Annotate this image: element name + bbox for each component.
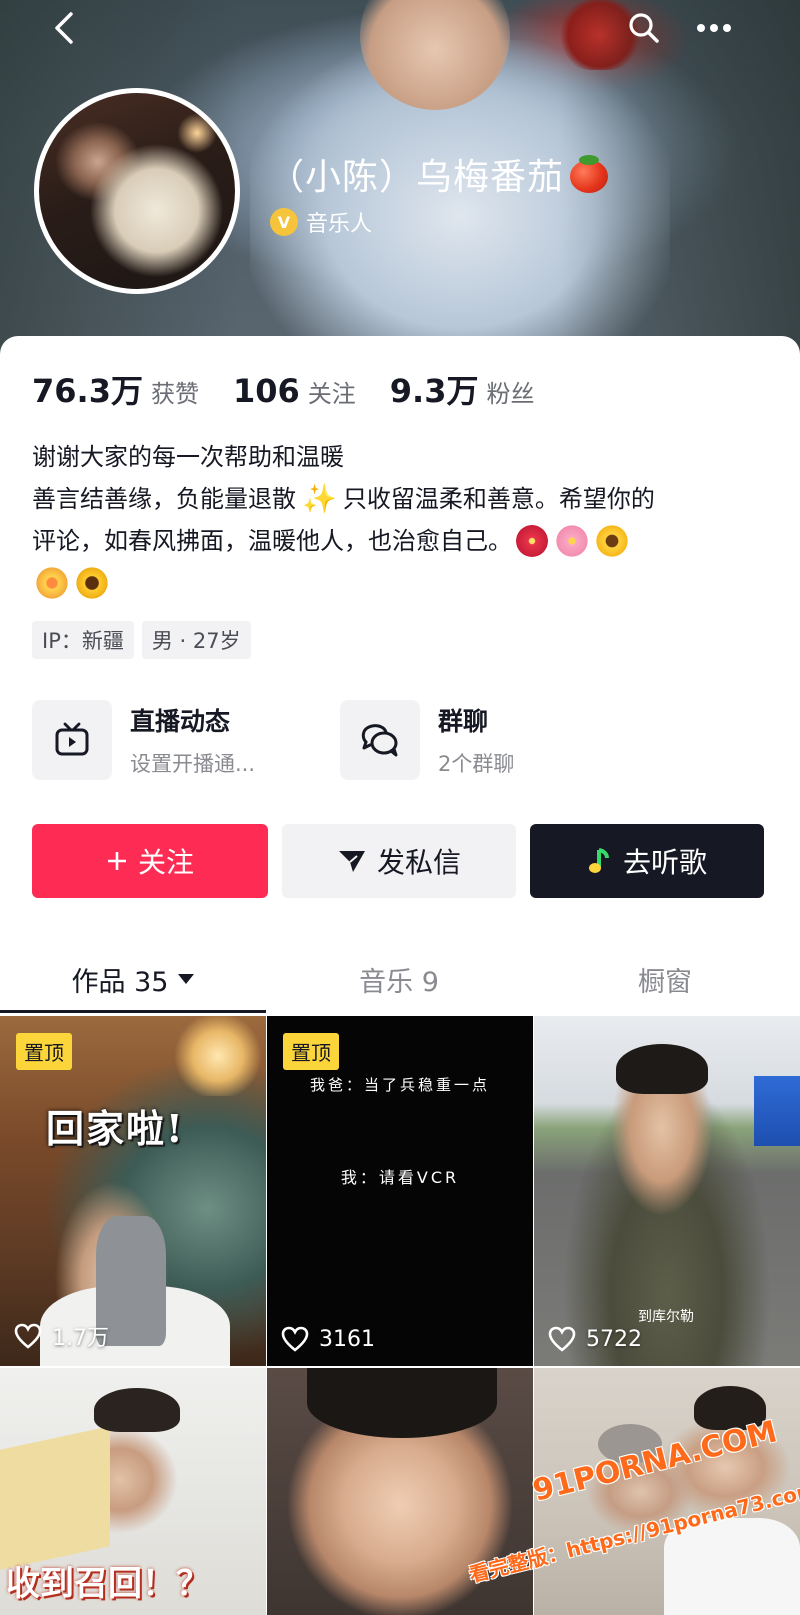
tab-label: 作品 35 [71, 966, 169, 998]
send-message-button[interactable]: 发私信 [282, 824, 516, 898]
like-count: 5722 [548, 1326, 642, 1352]
pinned-badge: 置顶 [283, 1033, 339, 1070]
stat-following[interactable]: 106 关注 [233, 372, 356, 410]
stat-label: 关注 [307, 380, 356, 408]
like-count-value: 5722 [586, 1326, 642, 1352]
search-icon [629, 13, 659, 43]
group-chat-entry[interactable]: 群聊 2个群聊 [340, 700, 648, 780]
video-caption: 收到召回！？ [6, 1564, 210, 1604]
bio-line: 谢谢大家的每一次帮助和温暖 [32, 443, 344, 471]
video-caption: 我：请看VCR [340, 1168, 460, 1187]
gender-age-tag: 男 · 27岁 [141, 621, 251, 659]
follow-label: 关注 [137, 846, 194, 879]
music-note-icon [587, 847, 613, 875]
video-caption: 我爸：当了兵稳重一点 [309, 1076, 490, 1094]
cherry-blossom-emoji-icon [556, 525, 588, 557]
chevron-left-icon [55, 12, 73, 44]
profile-name: （小陈）乌梅番茄 [268, 148, 610, 200]
video-thumbnail[interactable] [267, 1368, 533, 1615]
heart-icon [14, 1323, 42, 1349]
bio-line: 善言结善缘，负能量退散 ✨ 只收留温柔和善意。希望你的 [32, 478, 772, 520]
entry-title: 群聊 [438, 707, 489, 736]
tab-label: 橱窗 [638, 966, 692, 998]
follow-button[interactable]: 关注 [32, 824, 268, 898]
more-horizontal-icon [697, 24, 731, 32]
stats-row: 76.3万 获赞 106 关注 9.3万 粉丝 [32, 366, 568, 412]
entry-subtitle: 2个群聊 [438, 752, 515, 776]
like-count-value: 3161 [319, 1326, 375, 1352]
stat-value: 9.3万 [389, 372, 479, 410]
back-button[interactable] [44, 6, 84, 50]
caret-down-icon [178, 974, 195, 984]
plus-icon [106, 850, 128, 872]
sparkles-emoji-icon: ✨ [302, 482, 337, 515]
tab-showcase[interactable]: 橱窗 [532, 945, 798, 1013]
tomato-emoji-icon [568, 154, 610, 194]
more-button[interactable] [690, 6, 738, 50]
video-caption: 回家啦! [46, 1106, 185, 1151]
stat-label: 获赞 [150, 380, 199, 408]
verified-badge-icon: V [270, 208, 298, 236]
send-icon [337, 848, 367, 874]
rosette-emoji-icon [36, 567, 68, 599]
heart-icon [281, 1326, 309, 1352]
blossom-emoji-icon [596, 525, 628, 557]
bio-text: 只收留温柔和善意。希望你的 [342, 485, 655, 513]
send-message-label: 发私信 [376, 846, 461, 879]
verified-badge-row[interactable]: V 音乐人 [270, 206, 372, 238]
entry-subtitle: 设置开播通... [130, 752, 256, 776]
bio-line: 评论，如春风拂面，温暖他人，也治愈自己。 [32, 520, 772, 562]
like-count: 3161 [281, 1326, 375, 1352]
ip-location-tag: IP：新疆 [32, 621, 134, 659]
video-thumbnail[interactable]: 收到召回！？ [0, 1368, 266, 1615]
bio-text: 评论，如春风拂面，温暖他人，也治愈自己。 [32, 527, 512, 555]
video-location: 到库尔勒 [638, 1309, 694, 1325]
stat-value: 106 [232, 372, 300, 410]
action-buttons: 关注 发私信 去听歌 [32, 824, 764, 898]
hibiscus-emoji-icon [516, 525, 548, 557]
tab-label: 音乐 9 [359, 966, 439, 998]
sunflower-emoji-icon [76, 567, 108, 599]
tab-works[interactable]: 作品 35 [0, 945, 266, 1013]
group-chat-icon [361, 724, 398, 757]
live-activity-entry[interactable]: 直播动态 设置开播通... [32, 700, 340, 780]
avatar[interactable] [34, 88, 240, 294]
content-tabs: 作品 35 音乐 9 橱窗 [0, 945, 800, 1013]
listen-music-button[interactable]: 去听歌 [530, 824, 764, 898]
entry-title: 直播动态 [130, 707, 231, 736]
video-grid: 回家啦! 置顶 1.7万 置顶 我爸：当了兵稳重一点 我：请看VCR 3161 … [0, 1016, 800, 1615]
stat-followers[interactable]: 9.3万 粉丝 [390, 366, 535, 412]
heart-icon [548, 1326, 576, 1352]
pinned-badge: 置顶 [16, 1033, 72, 1070]
like-count-value: 1.7万 [52, 1326, 109, 1351]
tab-music[interactable]: 音乐 9 [266, 945, 532, 1013]
bio: 谢谢大家的每一次帮助和温暖 善言结善缘，负能量退散 ✨ 只收留温柔和善意。希望你… [32, 436, 772, 604]
feature-entries: 直播动态 设置开播通... 群聊 2个群聊 [32, 700, 648, 780]
search-button[interactable] [622, 6, 666, 50]
bio-line [32, 562, 772, 604]
video-thumbnail[interactable]: 置顶 我爸：当了兵稳重一点 我：请看VCR 3161 [267, 1016, 533, 1366]
stat-label: 粉丝 [486, 380, 535, 408]
stat-likes[interactable]: 76.3万 获赞 [32, 366, 199, 412]
stat-value: 76.3万 [32, 372, 143, 410]
live-tv-icon [55, 722, 89, 756]
video-thumbnail[interactable]: 回家啦! 置顶 1.7万 [0, 1016, 266, 1366]
bio-text: 善言结善缘，负能量退散 [32, 485, 296, 513]
video-thumbnail[interactable] [534, 1368, 800, 1615]
profile-name-text: （小陈）乌梅番茄 [268, 157, 565, 198]
like-count: 1.7万 [14, 1320, 109, 1352]
video-thumbnail[interactable]: 到库尔勒 5722 [534, 1016, 800, 1366]
verified-label: 音乐人 [306, 212, 373, 237]
profile-tags: IP：新疆 男 · 27岁 [32, 621, 251, 659]
listen-music-label: 去听歌 [622, 846, 707, 879]
